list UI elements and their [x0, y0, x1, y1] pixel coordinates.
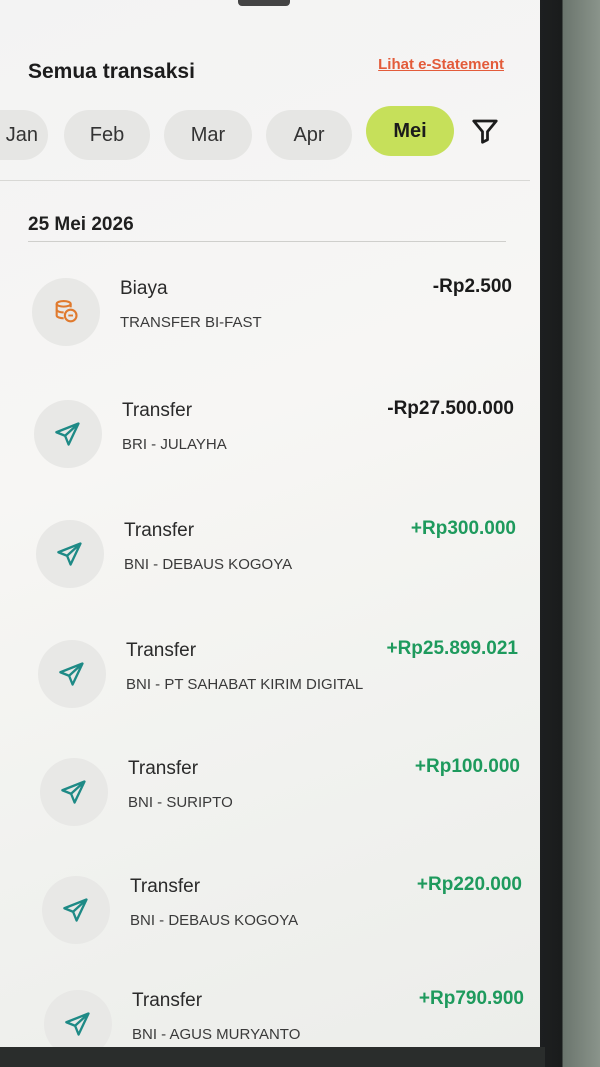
phone-bezel-bottom — [0, 1047, 545, 1067]
transaction-title: Transfer — [130, 876, 201, 897]
transaction-subtitle: BNI - AGUS MURYANTO — [132, 1026, 301, 1043]
transaction-subtitle: BNI - DEBAUS KOGOYA — [124, 556, 293, 573]
send-icon — [61, 780, 86, 804]
date-heading: 25 Mei 2026 — [28, 214, 134, 235]
send-icon — [59, 662, 84, 686]
transaction-title: Transfer — [124, 520, 195, 541]
transaction-title: Transfer — [128, 758, 199, 779]
fee-coins-icon — [55, 299, 78, 323]
section-divider — [0, 180, 530, 181]
transaction-item[interactable]: Transfer BNI - SURIPTO +Rp100.000 — [40, 756, 520, 858]
transaction-title: Transfer — [122, 400, 193, 421]
month-chip-mar[interactable]: Mar — [164, 110, 252, 160]
transaction-icon-badge — [34, 400, 102, 468]
transaction-item[interactable]: Transfer BNI - AGUS MURYANTO +Rp790.900 — [44, 988, 524, 1048]
date-divider — [28, 241, 506, 242]
page-header: Semua transaksi Lihat e-Statement — [28, 56, 508, 88]
filter-icon[interactable] — [470, 116, 502, 148]
e-statement-link[interactable]: Lihat e-Statement — [378, 56, 504, 73]
transaction-icon-badge — [32, 278, 100, 346]
transaction-amount: +Rp300.000 — [410, 518, 516, 539]
send-icon — [65, 1012, 90, 1036]
transaction-amount: +Rp25.899.021 — [386, 638, 518, 659]
transaction-amount: +Rp220.000 — [416, 874, 522, 895]
transaction-icon-badge — [44, 990, 112, 1048]
page-title: Semua transaksi — [28, 60, 195, 83]
month-chip-feb[interactable]: Feb — [64, 110, 150, 160]
transaction-icon-badge — [38, 640, 106, 708]
transaction-amount: -Rp2.500 — [432, 276, 512, 297]
transaction-icon-badge — [42, 876, 110, 944]
transaction-item[interactable]: Transfer BRI - JULAYHA -Rp27.500.000 — [34, 398, 514, 500]
transaction-title: Transfer — [132, 990, 203, 1011]
transaction-item[interactable]: Transfer BNI - DEBAUS KOGOYA +Rp300.000 — [36, 518, 516, 620]
send-icon — [57, 542, 82, 566]
transaction-title: Transfer — [126, 640, 197, 661]
transaction-icon-badge — [40, 758, 108, 826]
send-icon — [63, 898, 88, 922]
transaction-subtitle: BNI - DEBAUS KOGOYA — [130, 912, 299, 929]
month-chip-jan[interactable]: Jan — [0, 110, 48, 160]
month-chip-apr[interactable]: Apr — [266, 110, 352, 160]
transaction-subtitle: BRI - JULAYHA — [122, 436, 227, 453]
send-icon — [55, 422, 80, 446]
transaction-icon-badge — [36, 520, 104, 588]
camera-notch — [238, 0, 290, 6]
transaction-item[interactable]: Biaya TRANSFER BI-FAST -Rp2.500 — [32, 276, 512, 378]
transaction-subtitle: BNI - PT SAHABAT KIRIM DIGITAL — [126, 676, 364, 693]
transaction-item[interactable]: Transfer BNI - DEBAUS KOGOYA +Rp220.000 — [42, 874, 522, 976]
transaction-amount: +Rp100.000 — [414, 756, 520, 777]
transaction-amount: -Rp27.500.000 — [387, 398, 514, 419]
transaction-amount: +Rp790.900 — [418, 988, 524, 1009]
phone-bezel-right — [540, 0, 600, 1067]
month-chip-mei[interactable]: Mei — [366, 106, 454, 156]
transaction-subtitle: TRANSFER BI-FAST — [120, 314, 262, 331]
month-filter-bar: Jan Feb Mar Apr Mei — [0, 106, 542, 162]
transaction-subtitle: BNI - SURIPTO — [128, 794, 233, 811]
app-screen: Semua transaksi Lihat e-Statement Jan Fe… — [0, 0, 542, 1048]
transaction-item[interactable]: Transfer BNI - PT SAHABAT KIRIM DIGITAL … — [38, 638, 518, 740]
transaction-title: Biaya — [120, 278, 168, 299]
